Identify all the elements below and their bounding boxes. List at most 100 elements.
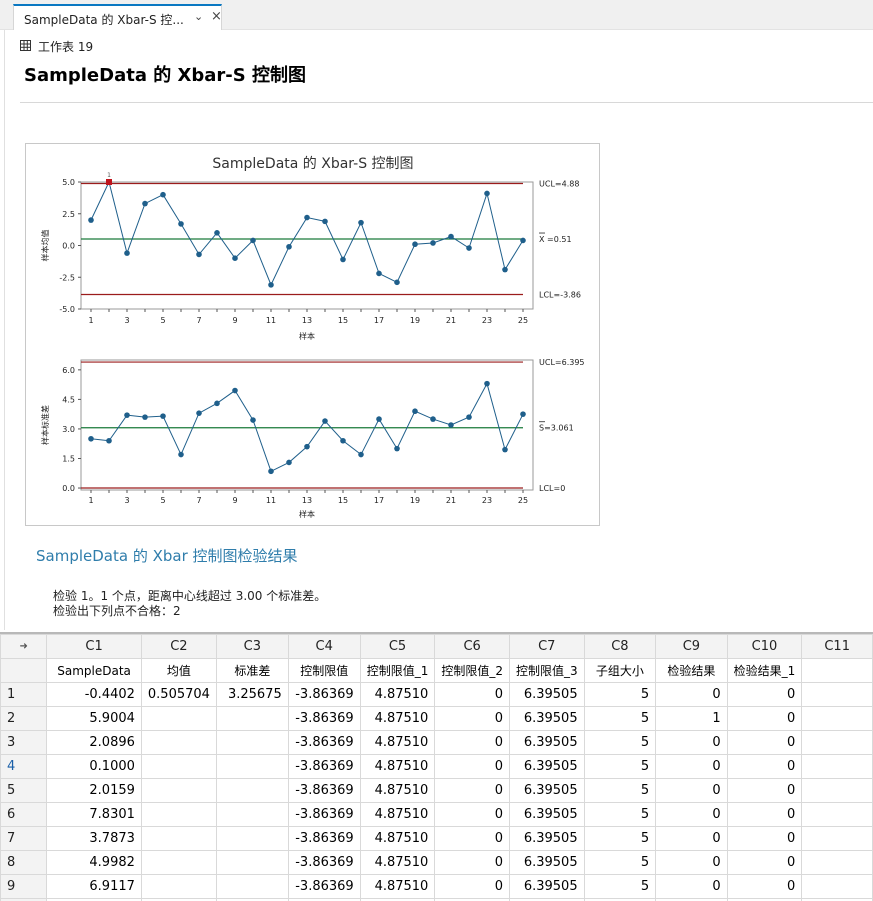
table-cell[interactable] bbox=[140, 730, 217, 755]
table-cell[interactable]: 0 bbox=[655, 754, 728, 779]
close-icon[interactable]: × bbox=[211, 9, 222, 24]
table-cell[interactable]: 6.39505 bbox=[508, 826, 585, 851]
worksheet-grid[interactable]: ➜ C1 C2 C3 C4 C5 C6 C7 C8 C9 C10 C11 SampleData 均值 标准差… bbox=[0, 632, 873, 901]
column-header[interactable]: C2 bbox=[140, 634, 217, 659]
table-cell[interactable] bbox=[140, 802, 217, 827]
table-cell[interactable]: 0 bbox=[434, 874, 510, 899]
table-cell[interactable]: 5 bbox=[583, 850, 657, 875]
table-cell[interactable] bbox=[215, 802, 289, 827]
table-cell[interactable]: 0 bbox=[655, 802, 728, 827]
row-number[interactable]: 4 bbox=[0, 754, 48, 779]
column-header[interactable]: C10 bbox=[726, 634, 803, 659]
row-number[interactable]: 6 bbox=[0, 802, 48, 827]
column-header[interactable]: C8 bbox=[583, 634, 657, 659]
table-cell[interactable]: 5 bbox=[583, 874, 657, 899]
table-cell[interactable] bbox=[140, 826, 217, 851]
table-cell[interactable]: 0 bbox=[726, 802, 803, 827]
table-cell[interactable]: 0 bbox=[726, 754, 803, 779]
table-cell[interactable] bbox=[215, 778, 289, 803]
table-cell[interactable]: 4.87510 bbox=[359, 778, 436, 803]
column-header[interactable]: C3 bbox=[215, 634, 289, 659]
table-cell[interactable]: 0 bbox=[655, 778, 728, 803]
column-header[interactable]: C5 bbox=[359, 634, 436, 659]
table-cell[interactable]: 0 bbox=[434, 682, 510, 707]
table-cell[interactable]: 6.39505 bbox=[508, 682, 585, 707]
table-cell[interactable]: 3.7873 bbox=[46, 826, 142, 851]
column-name-cell[interactable]: 标准差 bbox=[215, 658, 289, 683]
column-header[interactable]: C1 bbox=[46, 634, 142, 659]
table-cell[interactable]: 0 bbox=[726, 826, 803, 851]
table-cell[interactable] bbox=[801, 850, 873, 875]
table-cell[interactable] bbox=[140, 850, 217, 875]
table-cell[interactable]: 0 bbox=[434, 730, 510, 755]
table-cell[interactable]: 4.87510 bbox=[359, 826, 436, 851]
table-cell[interactable]: 0 bbox=[655, 874, 728, 899]
table-cell[interactable]: 0 bbox=[434, 826, 510, 851]
table-cell[interactable] bbox=[140, 778, 217, 803]
table-cell[interactable]: 0 bbox=[726, 874, 803, 899]
table-cell[interactable] bbox=[215, 850, 289, 875]
table-cell[interactable]: 0 bbox=[726, 778, 803, 803]
table-cell[interactable] bbox=[215, 874, 289, 899]
data-entry-arrow-icon[interactable]: ➜ bbox=[0, 634, 48, 659]
table-cell[interactable]: 0 bbox=[655, 682, 728, 707]
table-cell[interactable]: 0 bbox=[726, 682, 803, 707]
column-name-cell[interactable]: 均值 bbox=[140, 658, 217, 683]
table-cell[interactable]: 4.87510 bbox=[359, 682, 436, 707]
table-cell[interactable]: 4.87510 bbox=[359, 850, 436, 875]
table-cell[interactable] bbox=[801, 874, 873, 899]
table-cell[interactable]: 0 bbox=[726, 730, 803, 755]
table-cell[interactable] bbox=[801, 802, 873, 827]
table-cell[interactable]: -3.86369 bbox=[287, 754, 361, 779]
table-cell[interactable]: 5 bbox=[583, 706, 657, 731]
row-number[interactable]: 5 bbox=[0, 778, 48, 803]
table-cell[interactable]: -3.86369 bbox=[287, 802, 361, 827]
table-cell[interactable] bbox=[801, 754, 873, 779]
table-cell[interactable]: 6.39505 bbox=[508, 754, 585, 779]
table-cell[interactable]: 6.39505 bbox=[508, 778, 585, 803]
table-cell[interactable]: -3.86369 bbox=[287, 874, 361, 899]
table-cell[interactable]: 5 bbox=[583, 730, 657, 755]
table-cell[interactable]: -0.4402 bbox=[46, 682, 142, 707]
table-cell[interactable] bbox=[140, 706, 217, 731]
table-cell[interactable]: 0.1000 bbox=[46, 754, 142, 779]
table-cell[interactable]: 0 bbox=[434, 778, 510, 803]
row-number[interactable]: 8 bbox=[0, 850, 48, 875]
row-number[interactable]: 2 bbox=[0, 706, 48, 731]
column-name-cell[interactable]: 检验结果 bbox=[655, 658, 728, 683]
table-cell[interactable]: -3.86369 bbox=[287, 706, 361, 731]
table-cell[interactable] bbox=[801, 706, 873, 731]
table-cell[interactable]: 6.39505 bbox=[508, 850, 585, 875]
table-cell[interactable]: 5 bbox=[583, 802, 657, 827]
column-header[interactable]: C4 bbox=[287, 634, 361, 659]
row-number[interactable]: 3 bbox=[0, 730, 48, 755]
table-cell[interactable]: 1 bbox=[655, 706, 728, 731]
chevron-down-icon[interactable]: ⌄ bbox=[194, 10, 203, 23]
table-cell[interactable] bbox=[140, 874, 217, 899]
table-cell[interactable]: 5.9004 bbox=[46, 706, 142, 731]
table-cell[interactable]: 0 bbox=[726, 850, 803, 875]
table-cell[interactable]: -3.86369 bbox=[287, 730, 361, 755]
row-number[interactable]: 9 bbox=[0, 874, 48, 899]
column-name-cell[interactable]: 控制限值_3 bbox=[508, 658, 585, 683]
table-cell[interactable]: 4.9982 bbox=[46, 850, 142, 875]
column-name-cell[interactable]: 控制限值 bbox=[287, 658, 361, 683]
table-cell[interactable]: 0 bbox=[434, 706, 510, 731]
column-name-cell[interactable] bbox=[801, 658, 873, 683]
table-cell[interactable]: 7.8301 bbox=[46, 802, 142, 827]
column-name-cell[interactable]: 控制限值_1 bbox=[359, 658, 436, 683]
table-cell[interactable]: 5 bbox=[583, 778, 657, 803]
table-cell[interactable] bbox=[215, 754, 289, 779]
table-cell[interactable]: -3.86369 bbox=[287, 850, 361, 875]
table-cell[interactable] bbox=[215, 826, 289, 851]
tab-xbar-s-chart[interactable]: SampleData 的 Xbar-S 控... ⌄ × bbox=[13, 4, 222, 30]
table-cell[interactable] bbox=[801, 778, 873, 803]
table-cell[interactable] bbox=[215, 730, 289, 755]
column-name-cell[interactable]: 子组大小 bbox=[583, 658, 657, 683]
table-cell[interactable] bbox=[801, 730, 873, 755]
table-cell[interactable] bbox=[215, 706, 289, 731]
table-cell[interactable]: 0 bbox=[655, 826, 728, 851]
control-chart-graph[interactable]: SampleData 的 Xbar-S 控制图 5.0 2.5 0.0 -2.5 -5.0… bbox=[25, 143, 600, 526]
table-cell[interactable]: 0 bbox=[434, 802, 510, 827]
table-cell[interactable]: -3.86369 bbox=[287, 778, 361, 803]
